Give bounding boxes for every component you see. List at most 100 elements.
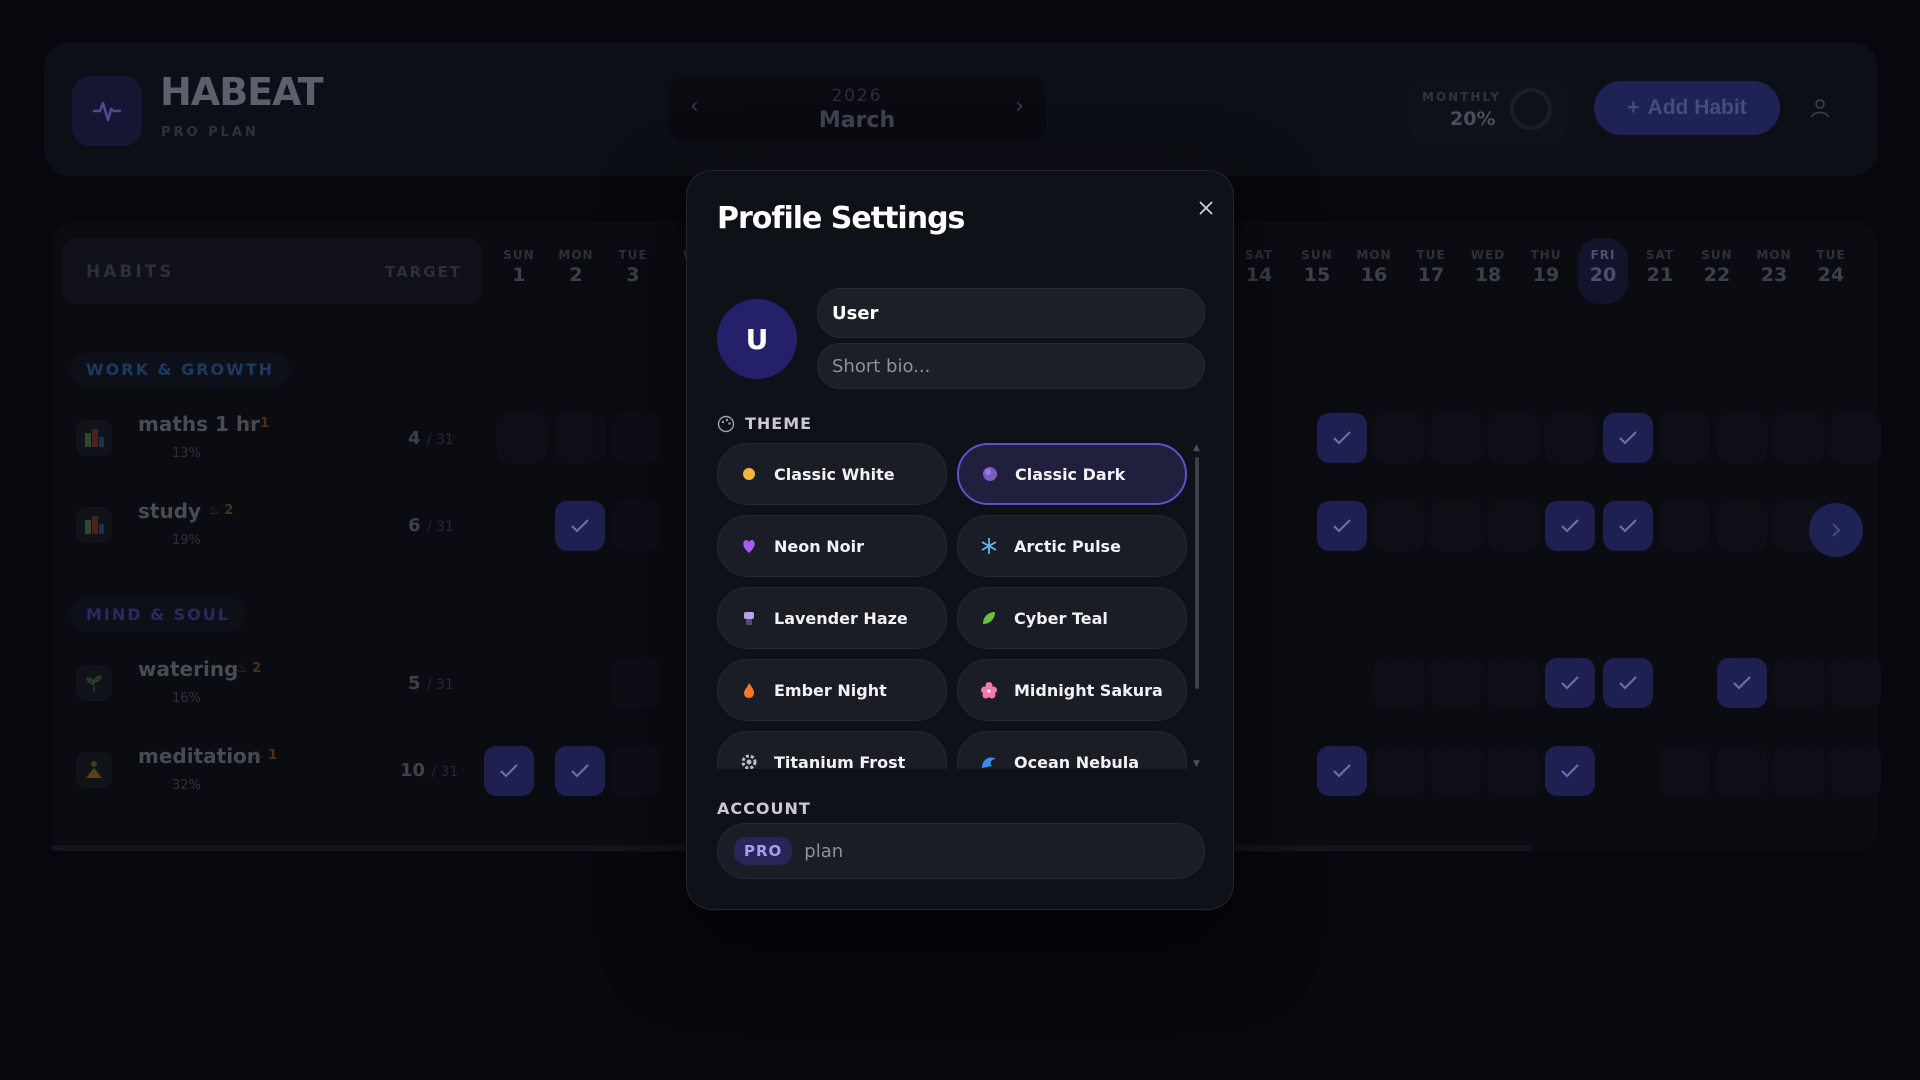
day-cell[interactable] bbox=[1717, 746, 1767, 796]
day-cell[interactable] bbox=[1488, 501, 1538, 551]
habit-row[interactable]: watering ♨ 2 16% 5 / 31 bbox=[62, 645, 482, 721]
modal-title: Profile Settings bbox=[717, 201, 965, 236]
day-cell-checked[interactable] bbox=[1603, 658, 1653, 708]
streak-badge: ♨ 1 bbox=[252, 748, 278, 763]
app-root: HABEAT PRO PLAN ‹ › 2026 March MONTHLY 2… bbox=[0, 0, 1920, 1080]
day-header: TUE 3 bbox=[618, 248, 648, 286]
account-plan-row: PRO plan bbox=[717, 823, 1205, 879]
add-habit-button[interactable]: + Add Habit bbox=[1594, 81, 1780, 135]
chart-icon bbox=[76, 507, 112, 543]
theme-option-lavender-haze[interactable]: Lavender Haze bbox=[717, 587, 947, 649]
day-cell[interactable] bbox=[1488, 658, 1538, 708]
day-cell-checked[interactable] bbox=[1545, 658, 1595, 708]
day-cell-checked[interactable] bbox=[1603, 501, 1653, 551]
leaf-icon bbox=[978, 607, 1000, 629]
month-label: March bbox=[818, 108, 896, 133]
day-cell[interactable] bbox=[612, 501, 662, 551]
day-cell[interactable] bbox=[1374, 658, 1424, 708]
day-cell[interactable] bbox=[1374, 501, 1424, 551]
day-cell[interactable] bbox=[1374, 413, 1424, 463]
day-cell-checked[interactable] bbox=[1603, 413, 1653, 463]
day-cell[interactable] bbox=[555, 413, 605, 463]
theme-option-neon-noir[interactable]: Neon Noir bbox=[717, 515, 947, 577]
theme-option-classic-dark[interactable]: Classic Dark bbox=[957, 443, 1187, 505]
day-cell[interactable] bbox=[1774, 413, 1824, 463]
day-header: WED 18 bbox=[1470, 248, 1506, 286]
day-cell[interactable] bbox=[1431, 746, 1481, 796]
section-mind-soul: MIND & SOUL bbox=[70, 598, 246, 632]
theme-option-label: Midnight Sakura bbox=[1014, 680, 1163, 700]
day-cell[interactable] bbox=[1431, 658, 1481, 708]
day-cell[interactable] bbox=[1774, 746, 1824, 796]
day-cell[interactable] bbox=[1488, 746, 1538, 796]
heart-icon bbox=[738, 535, 760, 557]
day-cell[interactable] bbox=[1660, 501, 1710, 551]
habit-row[interactable]: meditation ♨ 1 32% 10 / 31 bbox=[62, 732, 482, 808]
theme-option-classic-white[interactable]: Classic White bbox=[717, 443, 947, 505]
day-cell-checked[interactable] bbox=[1317, 413, 1367, 463]
day-cell[interactable] bbox=[612, 658, 662, 708]
day-cell[interactable] bbox=[612, 413, 662, 463]
avatar[interactable]: U bbox=[717, 299, 797, 379]
day-cell-checked[interactable] bbox=[1545, 501, 1595, 551]
day-cell[interactable] bbox=[497, 413, 547, 463]
profile-settings-modal: Profile Settings U THEME Classic WhiteCl… bbox=[686, 170, 1234, 910]
brand-name: HABEAT bbox=[160, 70, 324, 114]
habit-row[interactable]: study ♨ 2 19% 6 / 31 bbox=[62, 487, 482, 563]
theme-option-midnight-sakura[interactable]: Midnight Sakura bbox=[957, 659, 1187, 721]
close-button[interactable] bbox=[1191, 193, 1221, 223]
day-cell-checked[interactable] bbox=[1317, 501, 1367, 551]
day-cell-checked[interactable] bbox=[1545, 746, 1595, 796]
habit-percent: 32% bbox=[172, 778, 201, 793]
day-cell[interactable] bbox=[1774, 658, 1824, 708]
day-cell[interactable] bbox=[612, 746, 662, 796]
day-header: SUN 15 bbox=[1301, 248, 1333, 286]
streak-badge: ♨ 1 bbox=[244, 416, 270, 431]
profile-button[interactable] bbox=[1800, 88, 1840, 128]
theme-option-ocean-nebula[interactable]: Ocean Nebula bbox=[957, 731, 1187, 769]
day-cell-checked[interactable] bbox=[555, 501, 605, 551]
streak-badge: ♨ 2 bbox=[208, 503, 234, 518]
habit-row[interactable]: maths 1 hr ♨ 1 13% 4 / 31 bbox=[62, 400, 482, 476]
theme-option-label: Titanium Frost bbox=[774, 752, 906, 770]
day-cell[interactable] bbox=[1545, 413, 1595, 463]
theme-scrollbar[interactable]: ▲ ▼ bbox=[1193, 443, 1201, 769]
day-cell[interactable] bbox=[1717, 501, 1767, 551]
day-cell[interactable] bbox=[1717, 413, 1767, 463]
theme-option-label: Ocean Nebula bbox=[1014, 752, 1140, 770]
theme-option-titanium-frost[interactable]: Titanium Frost bbox=[717, 731, 947, 769]
lavender-icon bbox=[738, 607, 760, 629]
moon-icon bbox=[979, 463, 1001, 485]
plus-icon: + bbox=[1627, 96, 1640, 119]
day-cell-checked[interactable] bbox=[484, 746, 534, 796]
day-cell-checked[interactable] bbox=[1717, 658, 1767, 708]
day-cell-checked[interactable] bbox=[555, 746, 605, 796]
account-section-label: ACCOUNT bbox=[717, 799, 811, 818]
day-cell[interactable] bbox=[1431, 413, 1481, 463]
theme-option-label: Classic Dark bbox=[1015, 464, 1126, 484]
theme-option-cyber-teal[interactable]: Cyber Teal bbox=[957, 587, 1187, 649]
name-input[interactable] bbox=[817, 288, 1205, 338]
habit-percent: 13% bbox=[172, 446, 201, 461]
day-cell[interactable] bbox=[1431, 501, 1481, 551]
scroll-right-button[interactable] bbox=[1809, 503, 1863, 557]
plan-label: PRO PLAN bbox=[161, 125, 259, 140]
habit-percent: 19% bbox=[172, 533, 201, 548]
day-cell[interactable] bbox=[1374, 746, 1424, 796]
theme-option-ember-night[interactable]: Ember Night bbox=[717, 659, 947, 721]
day-cell[interactable] bbox=[1660, 413, 1710, 463]
day-cell[interactable] bbox=[1488, 413, 1538, 463]
chevron-right-icon bbox=[1832, 523, 1841, 537]
day-cell[interactable] bbox=[1831, 746, 1881, 796]
section-work-growth: WORK & GROWTH bbox=[70, 353, 291, 387]
day-cell[interactable] bbox=[1660, 746, 1710, 796]
day-cell-checked[interactable] bbox=[1317, 746, 1367, 796]
bio-input[interactable] bbox=[817, 343, 1205, 389]
theme-option-arctic-pulse[interactable]: Arctic Pulse bbox=[957, 515, 1187, 577]
monthly-value: 20% bbox=[1450, 108, 1496, 130]
theme-option-label: Ember Night bbox=[774, 680, 887, 700]
theme-option-label: Lavender Haze bbox=[774, 608, 908, 628]
theme-option-label: Cyber Teal bbox=[1014, 608, 1108, 628]
day-cell[interactable] bbox=[1831, 413, 1881, 463]
day-cell[interactable] bbox=[1831, 658, 1881, 708]
